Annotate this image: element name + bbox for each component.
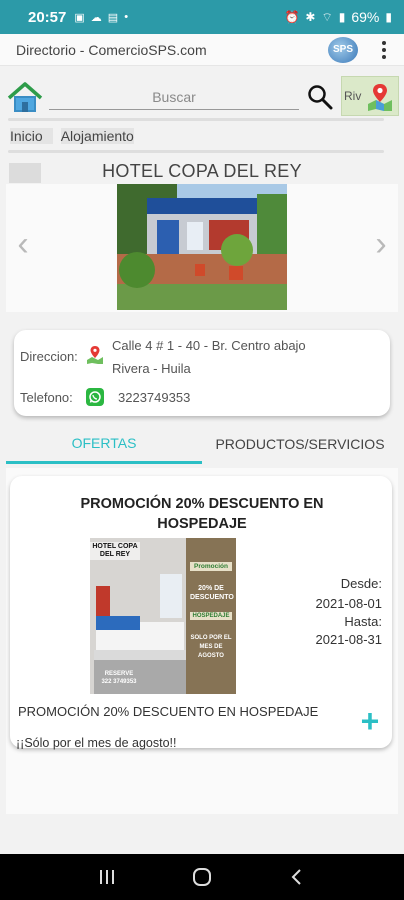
search-input[interactable] [49,84,299,110]
search-row: Riv [0,74,404,120]
photo-carousel[interactable]: ‹ › [6,184,398,312]
alarm-icon: ⏰ [284,10,300,24]
home-icon[interactable] [7,82,43,114]
status-time: 20:57 [28,8,67,26]
offer-image: HOTEL COPA DEL REY Promoción 20% DE DESC… [90,538,236,694]
recent-apps-button[interactable] [87,857,127,897]
address-label: Direccion: [20,349,78,364]
dot-icon: • [124,10,129,23]
from-label: Desde: [340,576,382,591]
overflow-menu-icon[interactable] [376,40,392,59]
battery-level: 69% [351,9,380,25]
offer-title: PROMOCIÓN 20% DESCUENTO EN HOSPEDAJE [80,496,324,532]
to-date: 2021-08-31 [315,632,383,647]
map-location-button[interactable]: Riv [341,76,399,116]
add-icon[interactable]: + [358,705,382,737]
tab-offers[interactable]: OFERTAS [6,424,202,464]
app-bar: Directorio - ComercioSPS.com SPS [0,34,404,66]
breadcrumb-category[interactable]: Alojamiento [60,128,134,144]
breadcrumb: Inicio Alojamiento [10,128,134,144]
business-info-card: Direccion: Calle 4 # 1 - 40 - Br. Centro… [14,330,390,416]
offer-image-service: HOSPEDAJE [190,612,232,620]
page-title: HOTEL COPA DEL REY [102,161,302,181]
tab-products-services[interactable]: PRODUCTOS/SERVICIOS [202,424,398,464]
map-pin-icon [368,84,392,111]
tab-bar: OFERTAS PRODUCTOS/SERVICIOS [6,424,398,464]
recent-apps-icon [100,870,115,884]
phone-number[interactable]: 3223749353 [118,390,190,405]
photo-icon: ▤ [107,11,119,24]
offer-image-reserve-label: RESERVE [104,671,134,677]
back-icon [291,869,301,885]
address-line2: Rivera - Huila [112,361,191,376]
hotel-photo [117,184,287,310]
offer-image-header: HOTEL COPA DEL REY [90,542,140,560]
search-icon[interactable] [307,84,333,110]
offer-description: PROMOCIÓN 20% DESCUENTO EN HOSPEDAJE [18,704,319,719]
divider [8,118,384,121]
carousel-prev-icon[interactable]: ‹ [10,227,36,263]
divider [8,150,384,153]
signal-icon: ▮ [338,10,346,24]
phone-label: Telefono: [20,390,73,405]
app-title: Directorio - ComercioSPS.com [16,41,207,58]
location-pin-icon[interactable] [86,345,104,365]
notification-icons: ▣ ☁ ▤ • [74,11,128,24]
back-button[interactable] [277,857,317,897]
to-label: Hasta: [344,614,382,629]
app-logo: SPS [328,36,358,63]
offer-image-promo: Promoción [190,562,232,571]
from-date: 2021-08-01 [315,596,383,611]
image-icon: ▣ [74,11,85,24]
home-circle-icon [192,868,211,886]
offer-image-reserve: RESERVE 322 3749353 [94,670,144,686]
breadcrumb-home[interactable]: Inicio [10,128,53,144]
offer-note: ¡¡Sólo por el mes de agosto!! [16,736,177,750]
status-bar: 20:57 ▣ ☁ ▤ • ⏰ ✱ ⌔ ▮ 69% ▮ [0,0,404,34]
offer-image-discount: 20% DE DESCUENTO [190,585,234,601]
offer-card[interactable]: PROMOCIÓN 20% DESCUENTO EN HOSPEDAJE HOT… [10,476,392,750]
system-nav-bar [0,854,404,900]
bluetooth-icon: ✱ [305,10,316,24]
system-icons: ⏰ ✱ ⌔ ▮ 69% ▮ [284,9,392,25]
home-button[interactable] [182,857,222,897]
map-location-label: Riv [344,89,362,103]
business-header: HOTEL COPA DEL REY [0,160,404,184]
offer-image-validity: SOLO POR EL MES DE AGOSTO [190,635,232,659]
cloud-icon: ☁ [90,11,102,24]
battery-icon: ▮ [385,10,392,24]
offer-image-reserve-phone: 322 3749353 [101,679,137,685]
address-line1: Calle 4 # 1 - 40 - Br. Centro abajo [112,338,306,353]
carousel-next-icon[interactable]: › [368,227,394,263]
wifi-icon: ⌔ [321,9,333,24]
whatsapp-icon[interactable] [86,388,104,406]
